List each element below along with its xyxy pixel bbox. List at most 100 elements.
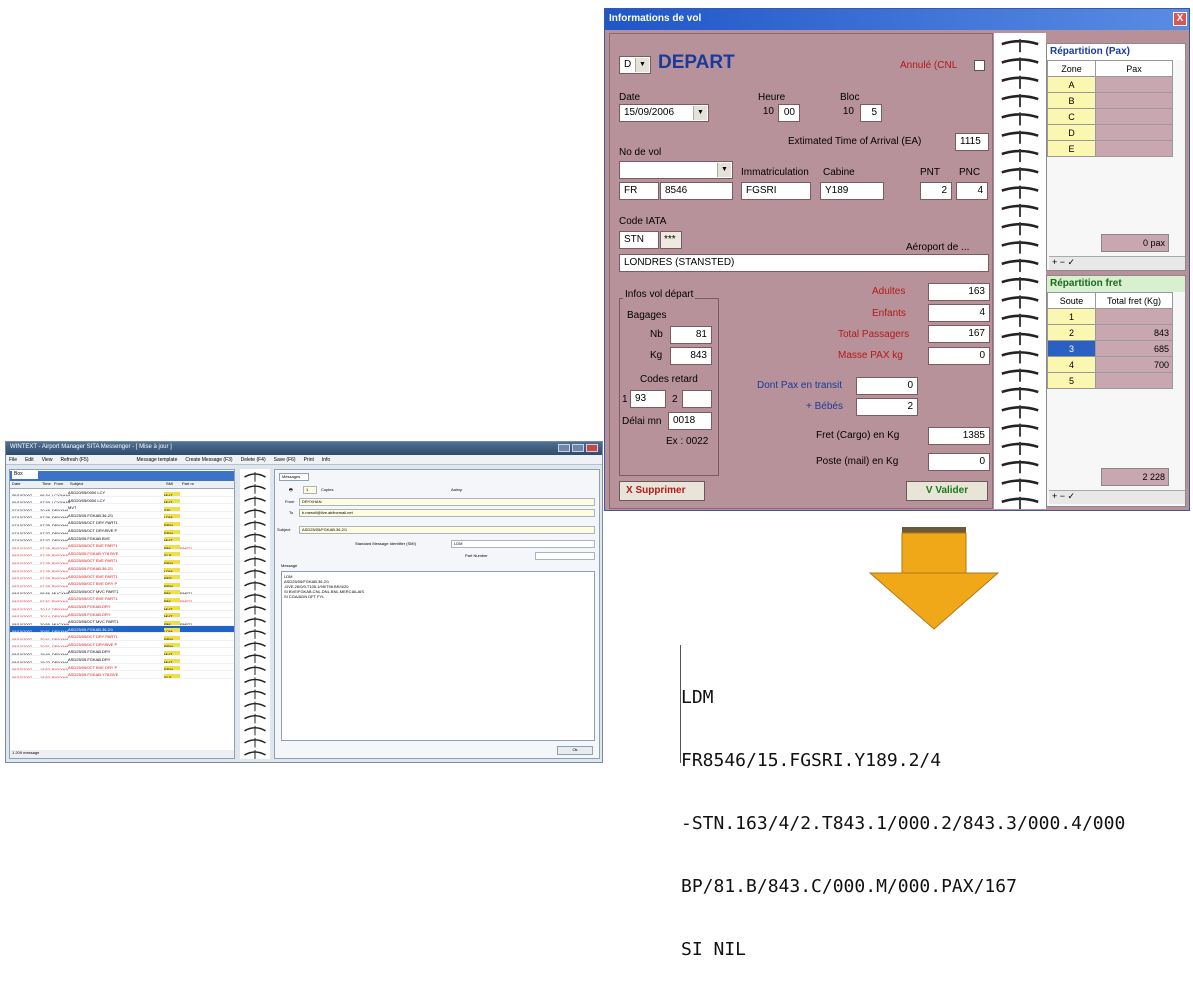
menu-item[interactable]: Create Message (F3) (185, 457, 232, 463)
pax-c[interactable] (1095, 108, 1173, 125)
immat-field[interactable]: FGSRI (741, 182, 811, 200)
soute-5[interactable]: 5 (1047, 372, 1096, 389)
iata-field[interactable]: STN (619, 231, 659, 249)
soute-4[interactable]: 4 (1047, 356, 1096, 373)
copies-field[interactable]: 1 (303, 486, 317, 494)
message-row[interactable]: 06/10/2007 07:30 LCYXHAAASD20/05/0000 LCYM… (10, 497, 234, 505)
zone-e[interactable]: E (1047, 140, 1096, 157)
message-row[interactable]: 08/10/2007 07:35 BVEXHAASD25/05/0CT BVE PA… (10, 542, 234, 550)
menu-item[interactable]: File (9, 457, 17, 463)
supprimer-button[interactable]: X Supprimer (619, 481, 705, 501)
menu-item[interactable]: Message template (137, 457, 178, 463)
adultes-field[interactable]: 163 (928, 283, 990, 301)
soute-1[interactable]: 1 (1047, 308, 1096, 325)
flight-select[interactable]: ▼ (619, 161, 733, 179)
message-row[interactable]: 08/10/2007 20:55 MUCXHAASD25/05/0CT MVC PA… (10, 618, 234, 626)
zone-d[interactable]: D (1047, 124, 1096, 141)
minimize-button[interactable] (558, 444, 570, 452)
pax-e[interactable] (1095, 140, 1173, 157)
menu-item[interactable]: Print (304, 457, 314, 463)
column-header[interactable]: Date (12, 481, 42, 486)
pax-d[interactable] (1095, 124, 1173, 141)
maximize-button[interactable] (572, 444, 584, 452)
message-row[interactable]: 08/10/2007 07:35 BVEXHAASD25/05/0CT BVE PA… (10, 557, 234, 565)
eta-field[interactable]: 1115 (955, 133, 989, 151)
folder-select[interactable]: Box (12, 471, 38, 479)
column-header[interactable]: Subject (70, 481, 166, 486)
zone-b[interactable]: B (1047, 92, 1096, 109)
date-picker[interactable]: 15/09/2006 ▼ (619, 104, 709, 122)
message-row[interactable]: 07/10/2007 20:46 DRYXHAMVTSSI (10, 504, 234, 512)
fret-nav-bar[interactable]: + − ✓ (1049, 490, 1185, 504)
printer-icon[interactable]: 🖶 (289, 487, 293, 494)
column-header[interactable]: Time (42, 481, 54, 486)
heure-minutes[interactable]: 00 (778, 104, 800, 122)
nb-field[interactable]: 81 (670, 326, 712, 344)
from-field[interactable]: DRYXHAN (299, 498, 595, 506)
fret-2[interactable]: 843 (1095, 324, 1173, 341)
soute-2[interactable]: 2 (1047, 324, 1096, 341)
bebes-field[interactable]: 2 (856, 398, 918, 416)
message-row[interactable]: 07/10/2007 07:37 DRYXHAASD25/05/0CT DRY/BV… (10, 527, 234, 535)
message-row[interactable]: 08/10/2007 19:40 DRYXHAASD25/05.FGKAB.DRYM… (10, 648, 234, 657)
column-header[interactable]: From (54, 481, 70, 486)
valider-button[interactable]: V Valider (906, 481, 988, 501)
fret-field[interactable]: 1385 (928, 427, 990, 445)
cabine-field[interactable]: Y189 (820, 182, 884, 200)
airinc-checkbox-label[interactable]: Aairxp (451, 487, 462, 492)
iata-lookup-button[interactable]: *** (660, 231, 682, 249)
menu-item[interactable]: Refresh (F5) (60, 457, 88, 463)
menu-item[interactable]: View (42, 457, 53, 463)
message-row[interactable]: 08/10/2007 07:35 BVEXHAASD25/05.FGKAB.36.2… (10, 565, 234, 573)
message-row[interactable]: 07/10/2007 07:36 DRYXHAASD25/05.FGKAB.36.2… (10, 512, 234, 520)
menu-item[interactable]: Delete (F4) (241, 457, 266, 463)
message-row[interactable]: 08/10/2007 19:22 DRYXHAASD25/05.FGKAB.DRYM… (10, 656, 234, 664)
total-pax-field[interactable]: 167 (928, 325, 990, 343)
bloc-minutes[interactable]: 5 (860, 104, 882, 122)
poste-field[interactable]: 0 (928, 453, 990, 471)
airline-code-field[interactable]: FR (619, 182, 659, 200)
flight-number-field[interactable]: 8546 (660, 182, 733, 200)
message-row[interactable]: 08/10/2007 06:56 MUCXHAASD25/05/0CT MVC PA… (10, 588, 234, 596)
retard1-field[interactable]: 93 (630, 390, 666, 408)
message-row[interactable]: 08/10/2007 07:35 BVEXHAASD25/05/0CT BVE DR… (10, 580, 234, 588)
pax-nav-bar[interactable]: + − ✓ (1049, 256, 1185, 270)
message-row[interactable]: 07/10/2007 07:37 DRYXHAASD25/05.FGKAB.BVEM… (10, 535, 234, 543)
message-row[interactable]: 08/10/2007 20:51 DRYXHAASD25/05/0CT DRY/BV… (10, 641, 234, 649)
message-row[interactable]: 07/10/2007 07:35 DRYXHAASD25/05/0CT DRY PA… (10, 519, 234, 527)
message-row[interactable]: 08/10/2007 20:51 DRYXHAASD25/05.FGKAB.36.2… (10, 625, 234, 634)
delai-field[interactable]: 0018 (668, 412, 712, 430)
transit-field[interactable]: 0 (856, 377, 918, 395)
soute-3[interactable]: 3 (1047, 340, 1096, 357)
message-row[interactable]: 06/10/2007 06:34 LCYXHAAASD20/05/0000 LCYM… (10, 489, 234, 497)
message-row[interactable]: 08/10/2007 20:14 DRYXHAASD25/05.FGKAB.DRYM… (10, 603, 234, 611)
zone-a[interactable]: A (1047, 76, 1096, 93)
fret-3[interactable]: 685 (1095, 340, 1173, 357)
cancelled-checkbox[interactable] (974, 60, 985, 71)
pnc-field[interactable]: 4 (956, 182, 988, 200)
menu-item[interactable]: Save (F6) (274, 457, 296, 463)
close-button[interactable] (586, 444, 598, 452)
menu-item[interactable]: Info (322, 457, 330, 463)
message-body[interactable]: LDM ASD25/05/FGKAB.36.2/1 -DVE.26/0/0.T1… (281, 571, 595, 741)
zone-c[interactable]: C (1047, 108, 1096, 125)
pax-a[interactable] (1095, 76, 1173, 93)
dialog-close-button[interactable]: X (1173, 12, 1187, 26)
subject-field[interactable]: ASD25/05/FGKAB.36.2/1 (299, 526, 595, 534)
smi-select[interactable]: LDM (451, 540, 595, 548)
bloc-hours[interactable]: 10 (836, 104, 858, 122)
message-row[interactable]: 08/10/2007 18:53 BVEXHAASD25/05/0CT BVE DR… (10, 664, 234, 672)
tab-messages[interactable]: Messages (279, 473, 309, 481)
heure-hours[interactable]: 10 (756, 104, 778, 122)
message-row[interactable]: 08/10/2007 18:53 BVEXHAASD25/05.FGKAB.Y78.… (10, 671, 234, 679)
fret-4[interactable]: 700 (1095, 356, 1173, 373)
fret-1[interactable] (1095, 308, 1173, 325)
ok-button[interactable]: Ok (557, 746, 593, 755)
fret-5[interactable] (1095, 372, 1173, 389)
direction-select[interactable]: D ▼ (619, 56, 651, 74)
kg-field[interactable]: 843 (670, 347, 712, 365)
message-row[interactable]: 08/10/2007 02:51 BVEXHAASD25/05/0CT BVE PA… (10, 595, 234, 603)
enfants-field[interactable]: 4 (928, 304, 990, 322)
to-field[interactable]: b.mesnil@live.airlinemail.net (299, 509, 595, 517)
menu-item[interactable]: Edit (25, 457, 34, 463)
